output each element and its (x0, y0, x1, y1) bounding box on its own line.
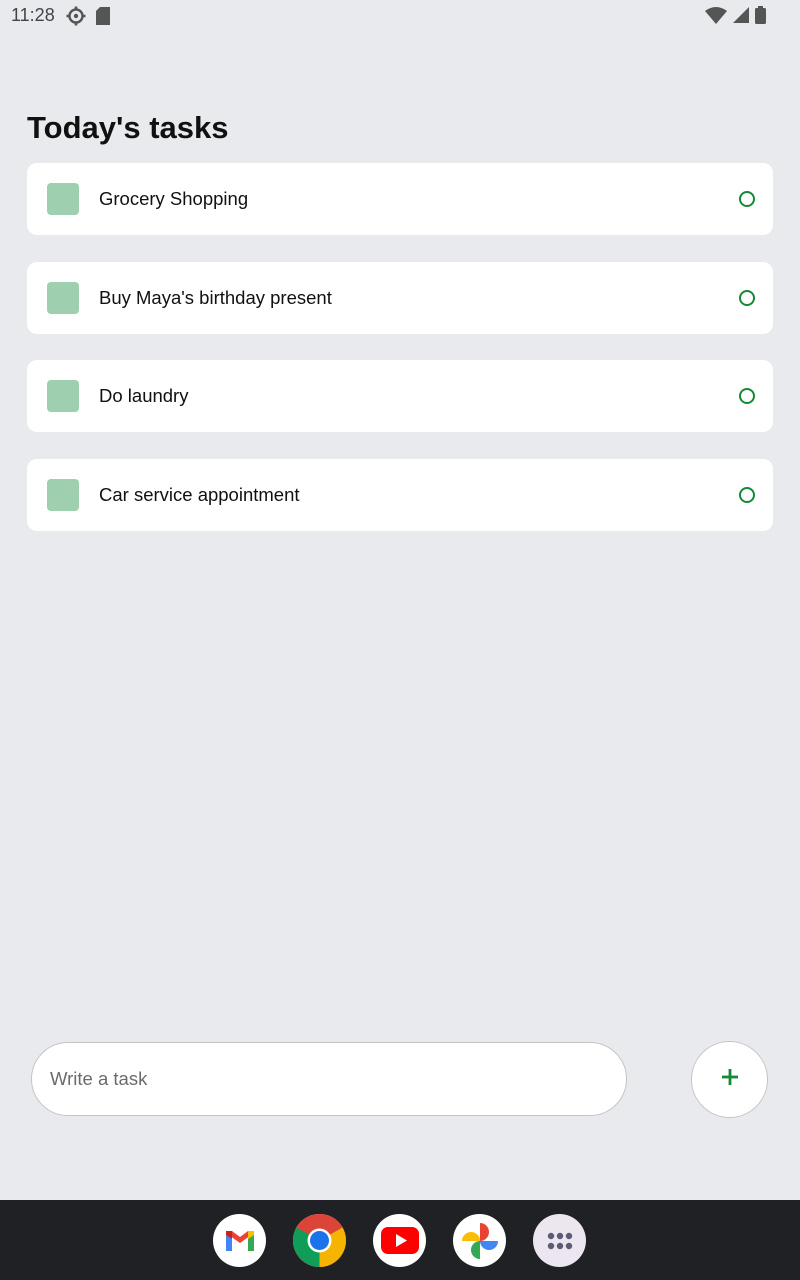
wifi-icon (705, 6, 727, 29)
task-list: Grocery Shopping Buy Maya's birthday pre… (27, 163, 773, 558)
task-input[interactable] (32, 1043, 590, 1115)
battery-icon (755, 6, 766, 29)
google-photos-icon[interactable] (453, 1214, 506, 1267)
task-status-circle-icon[interactable] (739, 487, 755, 504)
page-title: Today's tasks (27, 110, 229, 145)
task-status-circle-icon[interactable] (739, 388, 755, 405)
task-label: Car service appointment (99, 484, 300, 506)
task-item[interactable]: Buy Maya's birthday present (27, 261, 773, 334)
task-label: Grocery Shopping (99, 188, 249, 209)
task-item[interactable]: Car service appointment (27, 459, 773, 532)
task-checkbox[interactable] (47, 380, 79, 413)
status-right-icons (705, 6, 766, 29)
plus-icon (720, 1067, 740, 1092)
status-left-icons (66, 6, 110, 31)
cell-signal-icon (733, 7, 749, 28)
status-time: 11:28 (11, 5, 55, 25)
settings-gear-icon (66, 6, 86, 31)
task-label: Do laundry (99, 385, 189, 407)
task-checkbox[interactable] (47, 479, 79, 512)
app-drawer-icon[interactable] (533, 1214, 586, 1267)
add-task-button[interactable] (691, 1041, 768, 1118)
youtube-icon[interactable] (373, 1214, 426, 1267)
task-item[interactable]: Grocery Shopping (27, 163, 773, 235)
task-checkbox[interactable] (47, 183, 79, 215)
task-status-circle-icon[interactable] (739, 191, 755, 207)
status-bar: 11:28 (0, 0, 800, 32)
app-dock (0, 1200, 800, 1280)
task-label: Buy Maya's birthday present (99, 286, 332, 308)
task-checkbox[interactable] (47, 281, 79, 314)
task-input-container (31, 1042, 627, 1116)
gmail-icon[interactable] (213, 1214, 266, 1267)
sd-card-icon (96, 7, 110, 30)
chrome-icon[interactable] (293, 1214, 346, 1267)
task-status-circle-icon[interactable] (739, 289, 755, 306)
task-item[interactable]: Do laundry (27, 360, 773, 433)
